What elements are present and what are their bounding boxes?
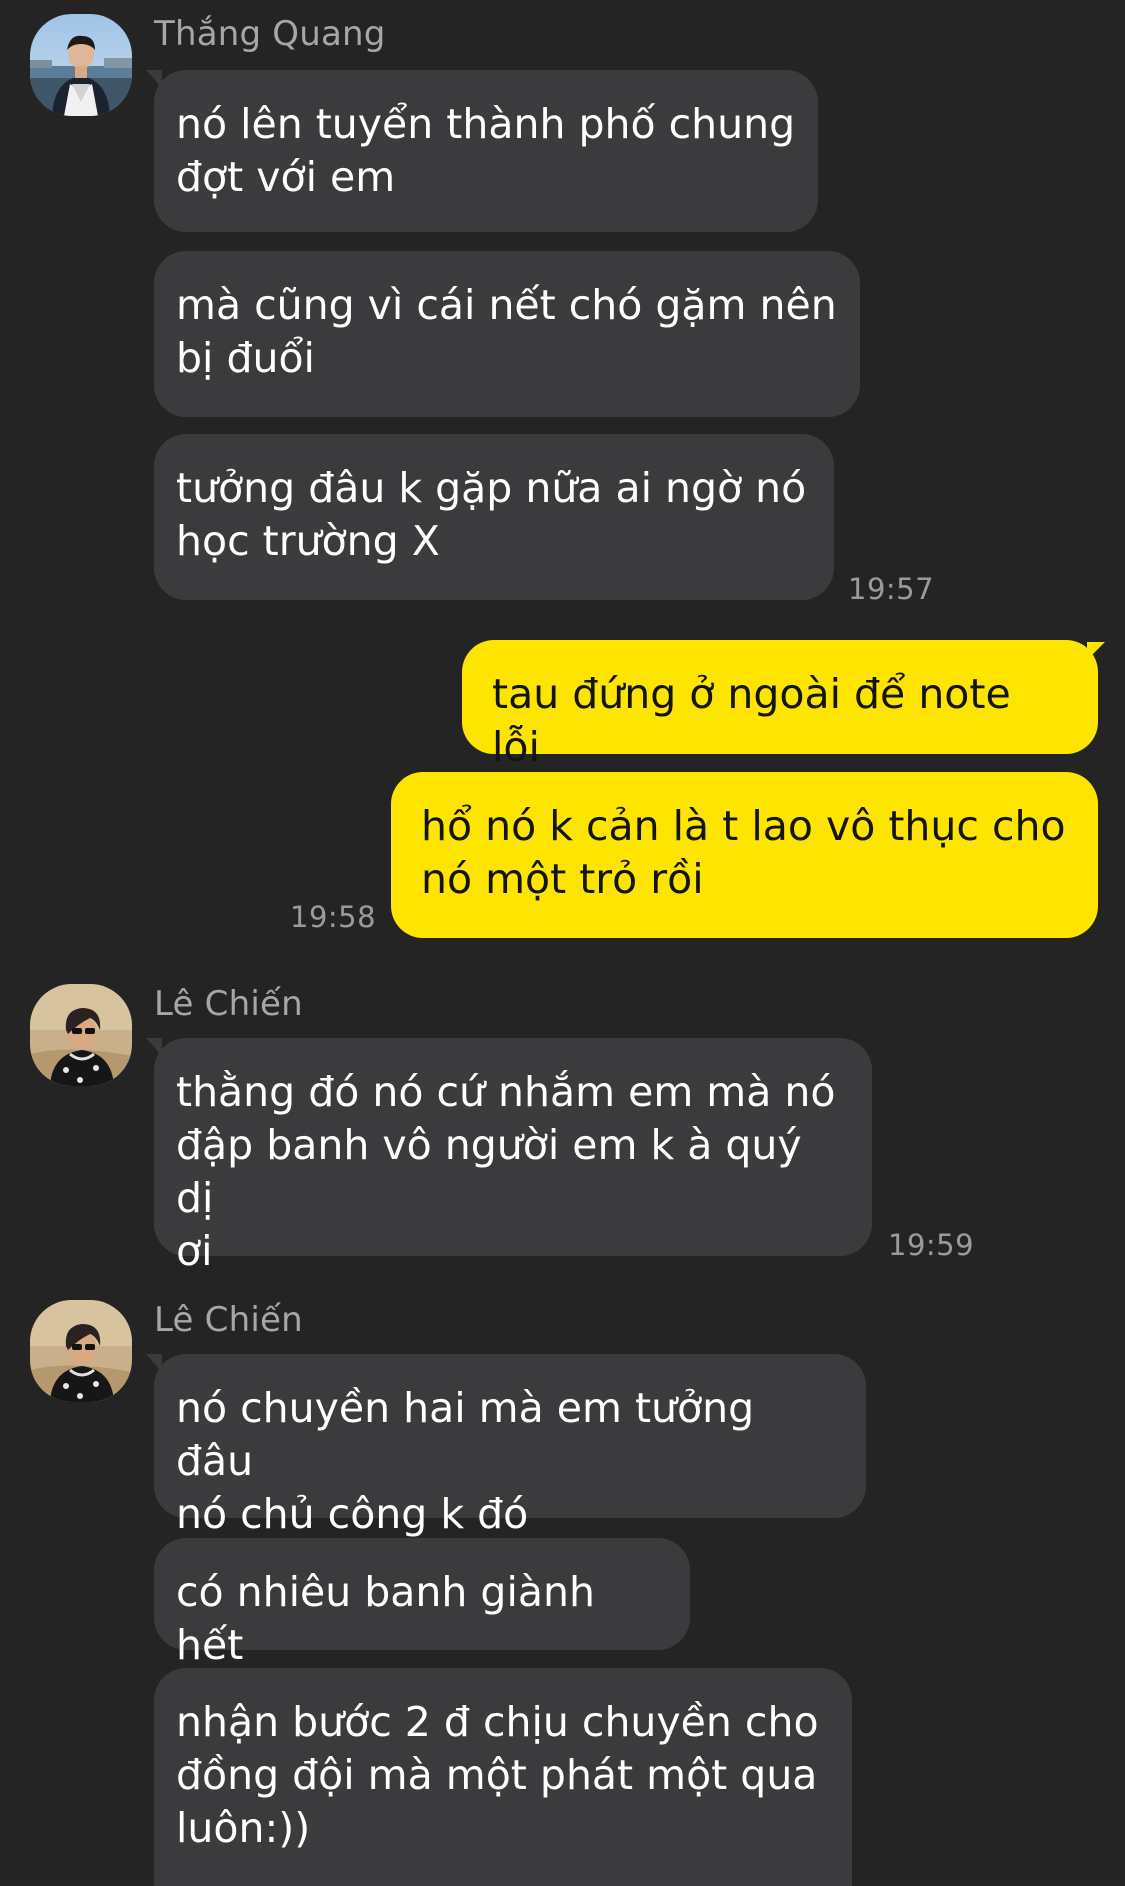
sender-name: Thắng Quang — [154, 14, 386, 54]
sender-name: Lê Chiến — [154, 1300, 303, 1340]
message-bubble-outgoing[interactable]: hổ nó k cản là t lao vô thục cho nó một … — [391, 772, 1098, 938]
bubble-tail — [1087, 642, 1105, 660]
message-bubble[interactable]: có nhiêu banh giành hết — [154, 1538, 690, 1669]
message-group-le-chien-2: Lê Chiến nó chuyền hai mà em tưởng đâu n… — [0, 1286, 1125, 1886]
message-bubble[interactable]: mà cũng vì cái nết chó gặm nên bị đuổi — [154, 251, 860, 417]
avatar-le-chien[interactable] — [30, 1300, 132, 1402]
message-bubble[interactable]: nó lên tuyển thành phố chung đợt với em — [154, 70, 818, 232]
message-bubble-outgoing[interactable]: tau đứng ở ngoài để note lỗi — [462, 640, 1098, 771]
profile-photo-icon — [30, 984, 132, 1086]
profile-photo-icon — [30, 14, 132, 116]
avatar-le-chien[interactable] — [30, 984, 132, 1086]
profile-photo-icon — [30, 1300, 132, 1402]
message-bubble[interactable]: nhận bước 2 đ chịu chuyền cho đồng đội m… — [154, 1668, 852, 1886]
avatar-thang-quang[interactable] — [30, 14, 132, 116]
message-timestamp: 19:59 — [888, 1228, 975, 1262]
message-timestamp: 19:57 — [848, 572, 935, 606]
message-bubble[interactable]: nó chuyền hai mà em tưởng đâu nó chủ côn… — [154, 1354, 866, 1538]
message-group-outgoing: tau đứng ở ngoài để note lỗi hổ nó k cản… — [0, 630, 1125, 950]
message-group-thang-quang: Thắng Quang nó lên tuyển thành phố chung… — [0, 0, 1125, 610]
message-group-le-chien: Lê Chiến thằng đó nó cứ nhắm em mà nó đậ… — [0, 970, 1125, 1275]
message-timestamp: 19:58 — [290, 900, 377, 934]
message-bubble[interactable]: tưởng đâu k gặp nữa ai ngờ nó học trường… — [154, 434, 834, 600]
message-bubble[interactable]: thằng đó nó cứ nhắm em mà nó đập banh vô… — [154, 1038, 872, 1275]
sender-name: Lê Chiến — [154, 984, 303, 1024]
